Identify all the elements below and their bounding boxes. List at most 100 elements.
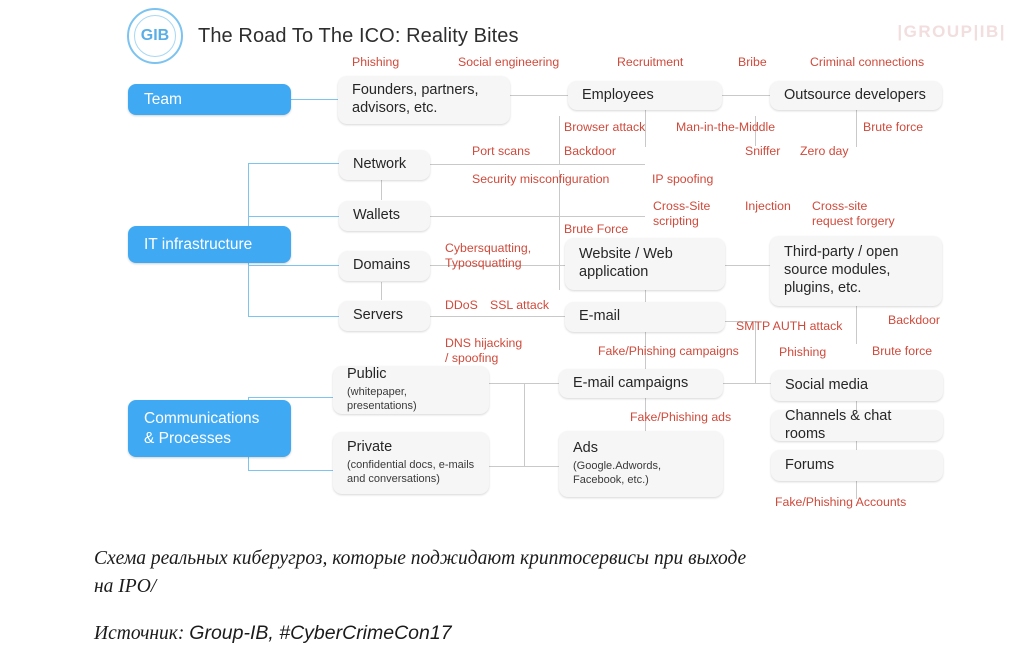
connector-wallets-right	[430, 216, 645, 217]
connector-campaigns-social	[723, 383, 771, 384]
node-forums[interactable]: Forums	[771, 450, 943, 481]
logo-inner-ring: GIB	[134, 15, 176, 57]
node-email-campaigns[interactable]: E-mail campaigns	[559, 369, 723, 398]
node-public-sub: (whitepaper, presentations)	[347, 386, 417, 412]
connector-servers-email	[430, 316, 565, 317]
node-employees-label: Employees	[582, 86, 654, 103]
threat-injection: Injection	[745, 199, 791, 213]
connector-it-servers	[248, 316, 339, 317]
node-servers[interactable]: Servers	[339, 301, 430, 331]
connector-employees-outsource	[722, 95, 770, 96]
connector-outsource-down	[856, 109, 857, 147]
threat-criminal-connections: Criminal connections	[810, 55, 925, 69]
caption-source: Источник: Group-IB, #CyberCrimeCon17	[94, 622, 452, 645]
node-public[interactable]: Public (whitepaper, presentations)	[333, 366, 489, 414]
node-founders[interactable]: Founders, partners, advisors, etc.	[338, 76, 510, 124]
threat-man-in-the-middle: Man-in-the-Middle	[676, 120, 776, 134]
threat-brute-force-social: Brute force	[872, 344, 933, 358]
threat-ssl-attack: SSL attack	[490, 298, 550, 312]
threat-cybersquatting-typosquatting: Cybersquatting, Typosquatting	[445, 241, 532, 270]
threat-ip-spoofing: IP spoofing	[652, 172, 714, 186]
threat-browser-attack: Browser attack	[564, 120, 646, 134]
connector-private-ads	[489, 466, 559, 467]
group-ib-logo-icon: GIB	[127, 8, 183, 64]
caption-source-value: Group-IB, #CyberCrimeCon17	[189, 622, 452, 644]
connector-comm-public	[248, 397, 333, 398]
threat-phishing-team: Phishing	[352, 55, 400, 69]
connector-network-wallets	[381, 180, 382, 200]
caption-description: Схема реальных киберугроз, которые поджи…	[94, 548, 747, 598]
threat-cross-site-scripting: Cross-Site scripting	[653, 199, 711, 228]
caption-source-label: Источник	[94, 623, 178, 644]
threat-fake-phishing-ads: Fake/Phishing ads	[630, 410, 732, 424]
category-team-label: Team	[144, 90, 182, 108]
diagram-canvas: GIB The Road To The ICO: Reality Bites |…	[0, 0, 1024, 661]
connector-team-founders	[291, 99, 338, 100]
node-outsource-developers-label: Outsource developers	[784, 86, 926, 103]
node-private[interactable]: Private (confidential docs, e-mails and …	[333, 432, 489, 494]
threat-phishing-social: Phishing	[779, 345, 827, 359]
caption-source-separator: :	[177, 623, 190, 644]
threat-zero-day: Zero day	[800, 144, 849, 158]
threat-smtp-auth-attack: SMTP AUTH attack	[736, 319, 843, 333]
node-ads-sub: (Google.Adwords, Facebook, etc.)	[573, 460, 662, 486]
node-website-web-application[interactable]: Website / Web application	[565, 238, 725, 290]
category-team[interactable]: Team	[128, 84, 291, 115]
threat-recruitment: Recruitment	[617, 55, 684, 69]
node-channels-chat-rooms[interactable]: Channels & chat rooms	[771, 407, 943, 442]
node-servers-label: Servers	[353, 307, 403, 324]
threat-ddos: DDoS	[445, 298, 478, 312]
threat-brute-force-outsource: Brute force	[863, 120, 924, 134]
node-email[interactable]: E-mail	[565, 302, 725, 332]
node-private-label: Private	[347, 439, 393, 456]
node-network-label: Network	[353, 156, 407, 173]
threat-backdoor-network: Backdoor	[564, 144, 616, 158]
node-channels-chat-rooms-label: Channels & chat rooms	[785, 407, 892, 442]
node-network[interactable]: Network	[339, 150, 430, 180]
connector-col-mid-lower	[559, 170, 560, 290]
node-email-campaigns-label: E-mail campaigns	[573, 374, 689, 391]
node-email-label: E-mail	[579, 308, 621, 325]
category-it-infrastructure[interactable]: IT infrastructure	[128, 226, 291, 263]
threat-bribe: Bribe	[738, 55, 767, 69]
threat-port-scans: Port scans	[472, 144, 531, 158]
connector-it-domains	[248, 265, 339, 266]
node-wallets[interactable]: Wallets	[339, 201, 430, 231]
logo-label: GIB	[140, 27, 170, 44]
threat-sniffer: Sniffer	[745, 144, 781, 158]
connector-it-network	[248, 163, 339, 164]
connector-website-down	[645, 290, 646, 302]
node-third-party-modules[interactable]: Third-party / open source modules, plugi…	[770, 236, 942, 306]
group-ib-watermark: |GROUP|IB|	[897, 22, 1006, 41]
category-communications-processes-label: Communications & Processes	[144, 410, 260, 447]
node-domains[interactable]: Domains	[339, 251, 430, 281]
node-social-media[interactable]: Social media	[771, 370, 943, 401]
node-website-web-application-label: Website / Web application	[579, 246, 673, 280]
connector-comm-private	[248, 470, 333, 471]
node-employees[interactable]: Employees	[568, 81, 722, 110]
connector-domains-servers	[381, 282, 382, 300]
node-ads[interactable]: Ads (Google.Adwords, Facebook, etc.)	[559, 431, 723, 497]
threat-brute-force-wallets: Brute Force	[564, 222, 629, 236]
threat-social-engineering: Social engineering	[458, 55, 560, 69]
threat-backdoor-thirdparty: Backdoor	[888, 313, 940, 327]
threat-fake-phishing-accounts: Fake/Phishing Accounts	[775, 495, 907, 509]
connector-network-right	[430, 164, 645, 165]
page-title: The Road To The ICO: Reality Bites	[198, 25, 519, 47]
node-forums-label: Forums	[785, 456, 835, 473]
connector-website-thirdparty	[725, 265, 770, 266]
node-third-party-modules-label: Third-party / open source modules, plugi…	[784, 244, 899, 296]
connector-col-mid-upper	[559, 116, 560, 164]
node-outsource-developers[interactable]: Outsource developers	[770, 81, 942, 110]
node-founders-label: Founders, partners, advisors, etc.	[352, 82, 479, 116]
connector-it-wallets	[248, 216, 339, 217]
threat-security-misconfiguration: Security misconfiguration	[472, 172, 610, 186]
category-communications-processes[interactable]: Communications & Processes	[128, 400, 291, 457]
node-private-sub: (confidential docs, e-mails and conversa…	[347, 459, 475, 485]
node-public-label: Public	[347, 366, 387, 383]
threat-fake-phishing-campaigns: Fake/Phishing campaigns	[598, 344, 739, 358]
node-ads-label: Ads	[573, 440, 598, 457]
node-wallets-label: Wallets	[353, 207, 400, 224]
connector-comm-col-v	[524, 383, 525, 466]
node-social-media-label: Social media	[785, 376, 869, 393]
